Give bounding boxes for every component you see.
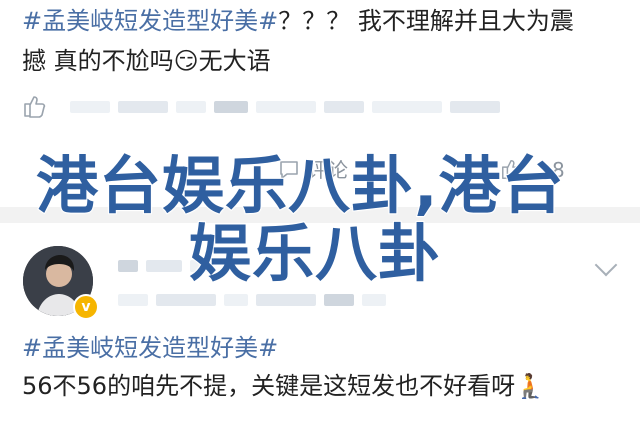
post1-text-line1: ？？？ 我不理解并且大为震 <box>278 7 574 35</box>
blurred-text <box>176 101 206 113</box>
post1-line2: 撼 真的不尬吗😏无大语 <box>22 46 271 76</box>
post1-text-line2-b: 无大语 <box>198 47 271 75</box>
post2-hashtag[interactable]: #孟美岐短发造型好美# <box>22 334 278 362</box>
smirk-emoji: 😏 <box>173 47 199 75</box>
blurred-text <box>70 101 110 113</box>
blurred-text <box>372 101 442 113</box>
watermark-line1: 港台娱乐八卦,港台 <box>35 149 565 223</box>
blurred-username[interactable] <box>118 260 138 272</box>
verified-badge-icon: v <box>73 294 99 320</box>
blurred-text <box>118 101 168 113</box>
watermark-line2: 娱乐八卦 <box>188 217 442 291</box>
blurred-text <box>324 101 364 113</box>
kneeling-emoji: 🧎 <box>515 372 545 400</box>
blurred-meta <box>224 294 248 306</box>
post1-text-line2-a: 撼 真的不尬吗 <box>22 47 174 75</box>
blurred-text <box>214 101 248 113</box>
post2-hashtag-line: #孟美岐短发造型好美# <box>22 333 278 363</box>
blurred-meta <box>324 294 354 306</box>
blurred-meta <box>118 294 148 306</box>
post1-line1: #孟美岐短发造型好美#？？？ 我不理解并且大为震 <box>22 6 574 36</box>
blurred-username[interactable] <box>146 260 182 272</box>
post2-text-line: 56不56的咱先不提，关键是这短发也不好看呀🧎 <box>22 371 545 401</box>
post1-hashtag[interactable]: #孟美岐短发造型好美# <box>22 7 278 35</box>
blurred-text <box>450 101 500 113</box>
blurred-meta <box>256 294 316 306</box>
blurred-text <box>256 101 316 113</box>
post2-text: 56不56的咱先不提，关键是这短发也不好看呀 <box>22 372 516 400</box>
thumbs-up-icon[interactable] <box>22 93 48 119</box>
chevron-down-icon[interactable] <box>594 253 618 277</box>
blurred-meta <box>156 294 216 306</box>
blurred-meta <box>362 294 386 306</box>
